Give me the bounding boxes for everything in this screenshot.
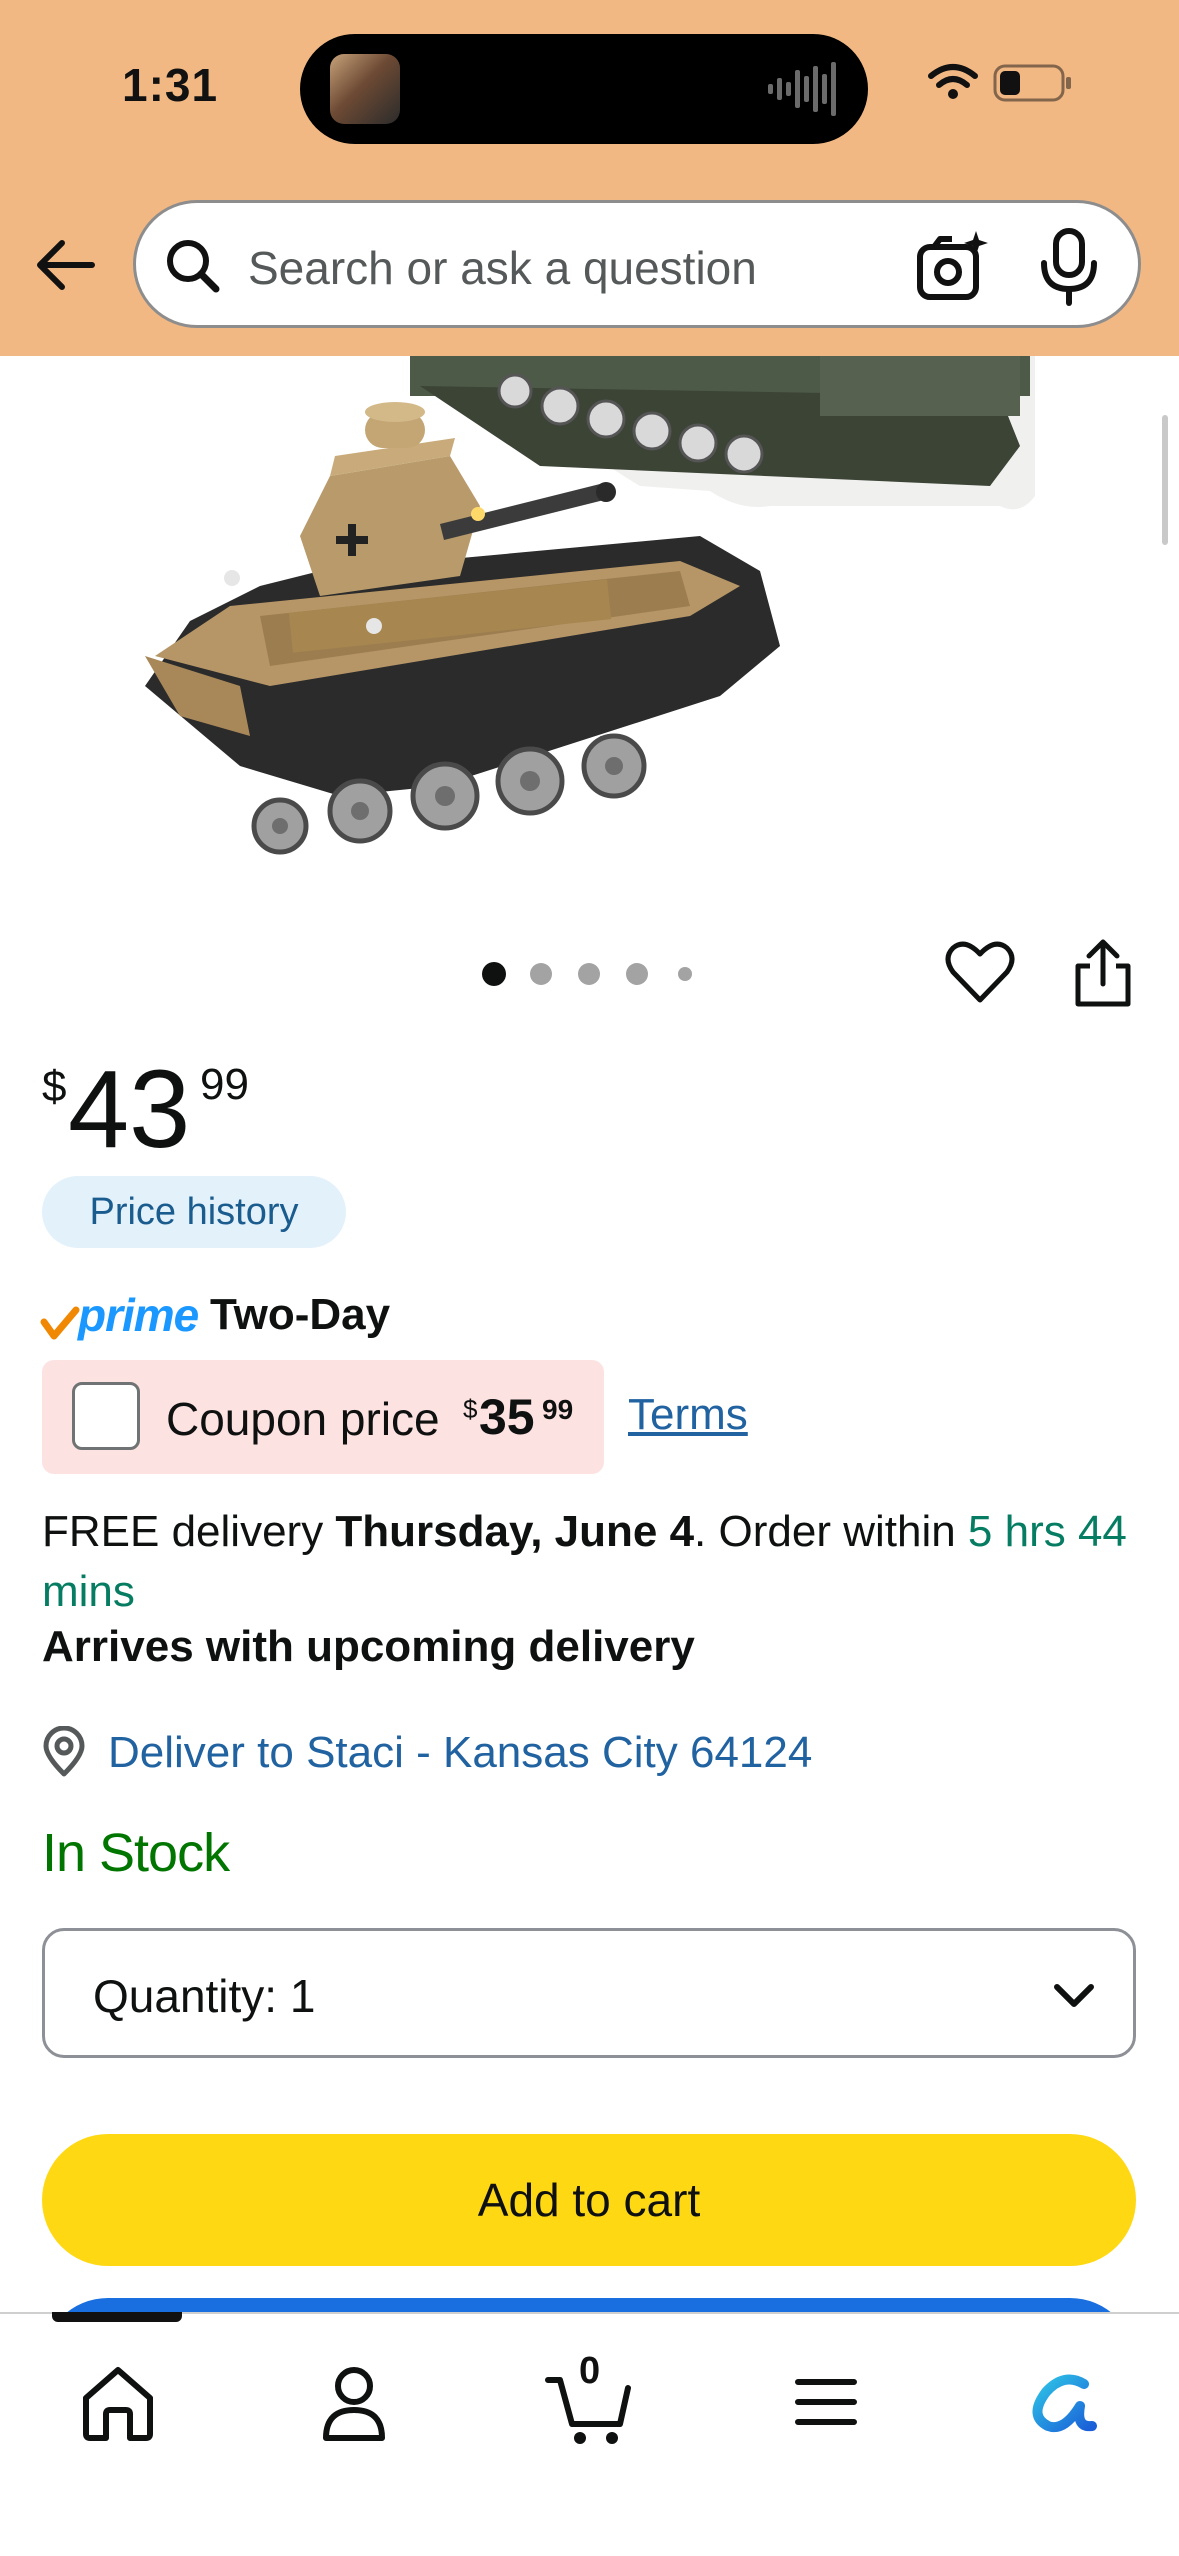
bottom-nav-bar: 0 <box>0 2312 1179 2556</box>
coupon-box[interactable]: Coupon price $ 35 99 <box>42 1360 604 1474</box>
delivery-date: Thursday, June 4 <box>335 1507 695 1556</box>
coupon-price-whole: 35 <box>479 1389 535 1445</box>
carousel-dot[interactable] <box>678 967 692 981</box>
microphone-icon[interactable] <box>1036 227 1102 307</box>
product-image[interactable] <box>120 356 1060 856</box>
coupon-currency: $ <box>463 1394 478 1424</box>
delivery-middle: . Order within <box>694 1507 968 1556</box>
deliver-to-link[interactable]: Deliver to Staci - Kansas City 64124 <box>108 1728 812 1778</box>
rufus-icon[interactable] <box>1014 2354 1110 2450</box>
carousel-dot[interactable] <box>626 963 648 985</box>
search-icon <box>167 240 220 293</box>
heart-icon[interactable] <box>945 938 1015 1008</box>
cart-nav-item[interactable]: 0 <box>542 2350 638 2450</box>
home-icon[interactable] <box>70 2354 166 2450</box>
battery-icon <box>993 64 1071 102</box>
prime-logo: prime <box>78 1289 199 1341</box>
coupon-terms-link[interactable]: Terms <box>628 1390 748 1440</box>
delivery-message: FREE delivery Thursday, June 4. Order wi… <box>42 1502 1142 1622</box>
now-playing-artwork <box>330 54 400 124</box>
search-bar[interactable]: Search or ask a question <box>133 200 1141 328</box>
page-scrollbar[interactable] <box>1162 415 1168 545</box>
delivery-prefix: FREE delivery <box>42 1507 336 1556</box>
price-history-button[interactable]: Price history <box>42 1176 346 1248</box>
arrives-note: Arrives with upcoming delivery <box>42 1622 695 1671</box>
quantity-value: 1 <box>289 1970 316 2022</box>
chevron-down-icon <box>1054 1984 1094 2007</box>
prime-delivery-speed: Two-Day <box>210 1290 391 1339</box>
carousel-dot[interactable] <box>578 963 600 985</box>
stock-status: In Stock <box>42 1823 230 1883</box>
carousel-dot-active[interactable] <box>482 962 506 986</box>
dynamic-island <box>300 34 868 144</box>
price-whole: 43 <box>68 1048 191 1171</box>
location-pin-icon <box>43 1726 85 1777</box>
price-fraction: 99 <box>200 1060 249 1109</box>
carousel-dot[interactable] <box>530 963 552 985</box>
camera-search-icon[interactable] <box>914 229 990 305</box>
prime-check-icon <box>40 1306 80 1340</box>
cart-count-badge: 0 <box>579 2350 601 2392</box>
search-input[interactable]: Search or ask a question <box>248 241 757 295</box>
app-header: 1:31 Search or ask a question <box>0 0 1179 356</box>
status-time: 1:31 <box>122 59 219 111</box>
menu-icon[interactable] <box>778 2354 874 2450</box>
person-icon[interactable] <box>306 2354 402 2450</box>
price-currency: $ <box>42 1062 67 1111</box>
green-tank-graphic <box>410 356 1035 510</box>
quantity-select[interactable]: Quantity: 1 <box>42 1928 1136 2058</box>
status-indicators <box>928 64 1071 102</box>
quantity-prefix: Quantity: <box>93 1970 278 2022</box>
coupon-checkbox[interactable] <box>72 1382 140 1450</box>
active-tab-indicator <box>52 2312 182 2322</box>
back-arrow-icon[interactable] <box>30 230 100 300</box>
add-to-cart-button[interactable]: Add to cart <box>42 2134 1136 2266</box>
quantity-label: Quantity: 1 <box>93 1969 315 2023</box>
coupon-label: Coupon price <box>166 1393 440 1445</box>
wifi-icon <box>928 64 978 99</box>
coupon-price-fraction: 99 <box>542 1394 574 1425</box>
audio-waveform-icon <box>768 62 836 116</box>
share-icon[interactable] <box>1070 936 1136 1010</box>
